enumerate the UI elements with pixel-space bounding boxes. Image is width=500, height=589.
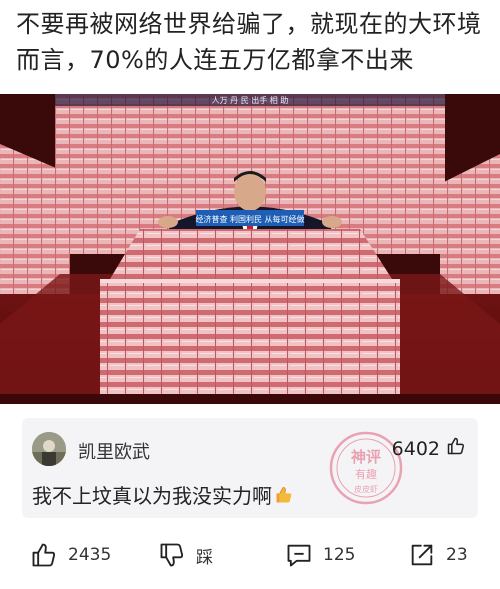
thumbs-up-icon (30, 541, 58, 569)
thumbs-down-icon (158, 541, 186, 569)
comment-text: 我不上坟真以为我没实力啊 (32, 484, 272, 508)
comment-button[interactable]: 125 (285, 535, 355, 575)
comment-body: 我不上坟真以为我没实力啊 (32, 480, 294, 510)
action-bar: 2435 踩 125 23 (0, 535, 500, 575)
comment-card[interactable]: 凯里欧武 神评 有趣 皮皮虾 6402 我不上坟真以为我没实力啊 (22, 418, 478, 518)
stamp-mid-text: 有趣 (355, 467, 377, 481)
share-count: 23 (446, 545, 468, 565)
share-icon (408, 541, 436, 569)
post-image[interactable]: 人万 丹 民 出手 相 助 经济普查 利国利民 从每可经做 (0, 94, 500, 404)
comment-icon (285, 541, 313, 569)
dislike-button[interactable]: 踩 (158, 535, 213, 575)
post-title: 不要再被网络世界给骗了，就现在的大环境而言，70%的人连五万亿都拿不出来 (16, 10, 482, 74)
like-button[interactable]: 2435 (30, 535, 111, 575)
stamp-bottom-text: 皮皮虾 (354, 484, 378, 494)
comment-username[interactable]: 凯里欧武 (78, 438, 150, 464)
stamp-top-text: 神评 (351, 448, 381, 466)
top-banner-text: 人万 丹 民 出手 相 助 (212, 95, 289, 105)
like-count: 2435 (68, 545, 112, 565)
avatar[interactable] (32, 432, 66, 466)
thumbs-up-emoji-icon (274, 485, 294, 510)
comment-like-button[interactable]: 6402 (392, 436, 466, 461)
thumbs-up-icon (446, 436, 466, 461)
dislike-label: 踩 (196, 547, 213, 568)
share-button[interactable]: 23 (408, 535, 468, 575)
comment-like-count: 6402 (391, 437, 440, 460)
desk-banner-text: 经济普查 利国利民 从每可经做 (195, 214, 304, 224)
comment-count: 125 (323, 545, 356, 565)
